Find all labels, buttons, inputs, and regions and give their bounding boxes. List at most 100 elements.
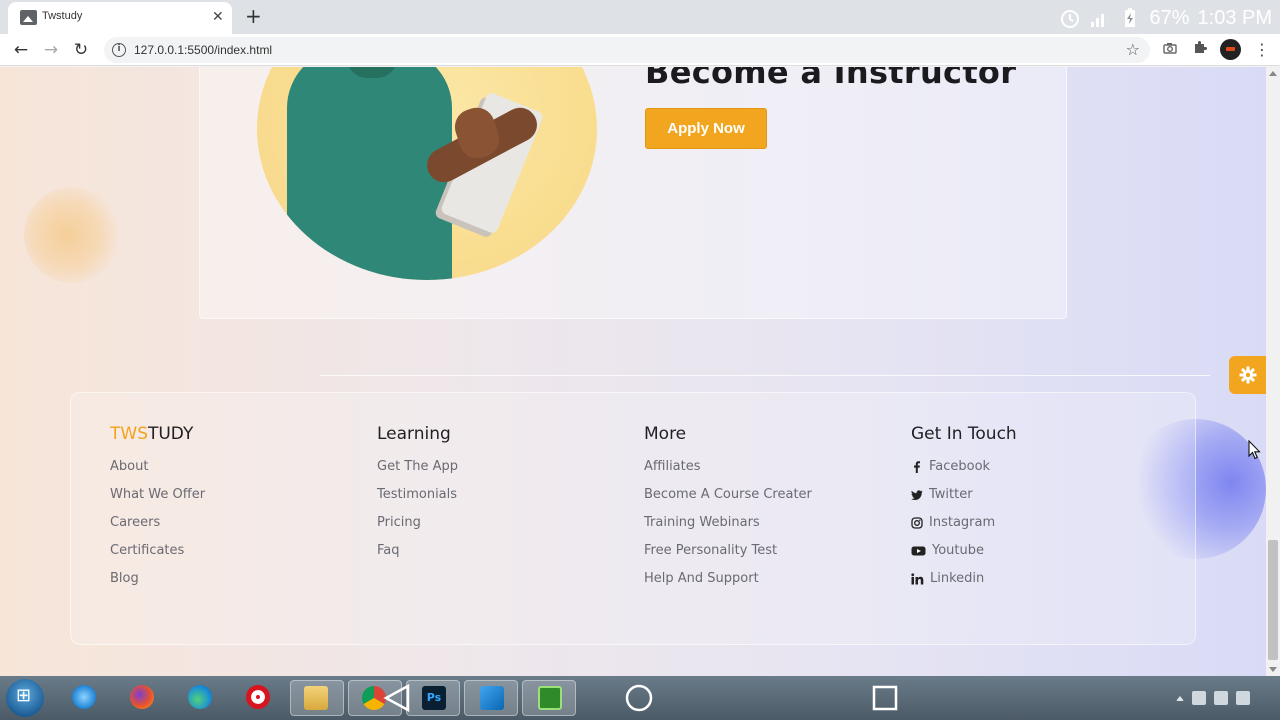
twitter-icon xyxy=(911,490,923,500)
twitter-label: Twitter xyxy=(929,487,973,502)
android-status-bar: 67% 1:03 PM xyxy=(1059,4,1272,32)
taskbar-explorer[interactable] xyxy=(290,680,344,716)
brand-rest-text: TUDY xyxy=(147,424,194,444)
address-bar[interactable]: i 127.0.0.1:5500/index.html ☆ xyxy=(104,37,1150,63)
footer-col-contact: Get In Touch Facebook Twitter Instagram … xyxy=(911,423,1017,587)
extensions-puzzle-icon[interactable] xyxy=(1190,40,1210,60)
footer-link-careers[interactable]: Careers xyxy=(110,515,205,531)
footer-link-pricing[interactable]: Pricing xyxy=(377,515,458,531)
instructor-cta-card: Become a Instructor Apply Now xyxy=(199,67,1067,319)
android-home-icon[interactable] xyxy=(624,683,654,713)
footer-link-linkedin[interactable]: Linkedin xyxy=(911,571,1017,587)
instructor-image xyxy=(257,67,597,280)
footer-link-personality-test[interactable]: Free Personality Test xyxy=(644,543,812,559)
apply-now-button[interactable]: Apply Now xyxy=(645,108,767,149)
footer: TWSTUDY About What We Offer Careers Cert… xyxy=(70,392,1196,645)
settings-toggle-button[interactable] xyxy=(1229,356,1266,394)
back-icon[interactable]: ← xyxy=(10,39,32,61)
start-button[interactable] xyxy=(6,679,44,717)
footer-link-blog[interactable]: Blog xyxy=(110,571,205,587)
page-scrollbar[interactable] xyxy=(1266,67,1280,676)
photoshop-icon: Ps xyxy=(422,686,446,710)
tab-title: Twstudy xyxy=(42,10,83,22)
footer-link-help-support[interactable]: Help And Support xyxy=(644,571,812,587)
camtasia-icon xyxy=(538,686,562,710)
tray-device-icon[interactable] xyxy=(1214,691,1228,705)
edge-icon xyxy=(188,685,212,709)
bookmark-star-icon[interactable]: ☆ xyxy=(1126,40,1140,59)
tray-expand-icon[interactable] xyxy=(1176,695,1184,701)
status-time: 1:03 PM xyxy=(1197,6,1272,29)
signal-icon xyxy=(1091,10,1110,27)
facebook-label: Facebook xyxy=(929,459,991,474)
section-divider xyxy=(320,375,1210,376)
android-recents-icon[interactable] xyxy=(871,684,899,712)
windows-taskbar: Ps xyxy=(0,676,1280,720)
taskbar-vscode[interactable] xyxy=(464,680,518,716)
internet-explorer-icon xyxy=(72,685,96,709)
footer-link-testimonials[interactable]: Testimonials xyxy=(377,487,458,503)
system-tray xyxy=(1176,690,1250,706)
firefox-icon xyxy=(130,685,154,709)
footer-link-faq[interactable]: Faq xyxy=(377,543,458,559)
footer-link-facebook[interactable]: Facebook xyxy=(911,459,1017,475)
url-text: 127.0.0.1:5500/index.html xyxy=(134,43,273,57)
gear-icon xyxy=(1239,366,1257,384)
browser-menu-icon[interactable]: ⋮ xyxy=(1254,39,1270,61)
footer-brand-logo[interactable]: TWSTUDY xyxy=(110,423,205,447)
instagram-icon xyxy=(911,517,923,529)
taskbar-edge[interactable] xyxy=(180,680,220,716)
taskbar-photoshop[interactable]: Ps xyxy=(406,680,460,716)
footer-col-more: More Affiliates Become A Course Creater … xyxy=(644,423,812,587)
site-info-icon[interactable]: i xyxy=(112,43,126,57)
footer-col-title: Get In Touch xyxy=(911,424,1017,444)
opera-icon xyxy=(246,685,270,709)
camera-icon[interactable] xyxy=(1160,40,1180,60)
battery-icon xyxy=(1125,8,1136,27)
browser-tab-strip: Twstudy ✕ + 67% 1:03 PM xyxy=(0,0,1280,34)
battery-percent: 67% xyxy=(1149,6,1190,29)
browser-toolbar: ← → ↻ i 127.0.0.1:5500/index.html ☆ ⋮ xyxy=(0,34,1280,66)
taskbar-opera[interactable] xyxy=(238,680,278,716)
scroll-down-arrow-icon[interactable] xyxy=(1269,667,1277,672)
footer-link-twitter[interactable]: Twitter xyxy=(911,487,1017,503)
tray-volume-icon[interactable] xyxy=(1236,691,1250,705)
linkedin-icon xyxy=(911,573,924,585)
reload-icon[interactable]: ↻ xyxy=(70,39,92,61)
close-tab-icon[interactable]: ✕ xyxy=(212,9,224,25)
footer-link-affiliates[interactable]: Affiliates xyxy=(644,459,812,475)
footer-link-get-the-app[interactable]: Get The App xyxy=(377,459,458,475)
footer-link-become-course-creater[interactable]: Become A Course Creater xyxy=(644,487,812,503)
forward-icon[interactable]: → xyxy=(40,39,62,61)
footer-link-about[interactable]: About xyxy=(110,459,205,475)
youtube-label: Youtube xyxy=(932,543,984,558)
android-back-icon[interactable] xyxy=(383,683,411,713)
vscode-icon xyxy=(480,686,504,710)
tray-network-icon[interactable] xyxy=(1192,691,1206,705)
new-tab-button[interactable]: + xyxy=(245,5,262,27)
taskbar-firefox[interactable] xyxy=(122,680,162,716)
alarm-icon xyxy=(1061,10,1080,28)
footer-link-youtube[interactable]: Youtube xyxy=(911,543,1017,559)
taskbar-ie[interactable] xyxy=(64,680,104,716)
instructor-title: Become a Instructor xyxy=(645,67,1017,91)
image-favicon-icon xyxy=(20,10,37,25)
browser-tab[interactable]: Twstudy ✕ xyxy=(8,2,232,34)
footer-col-title: Learning xyxy=(377,424,451,444)
taskbar-camtasia[interactable] xyxy=(522,680,576,716)
footer-link-instagram[interactable]: Instagram xyxy=(911,515,1017,531)
web-page: Become a Instructor Apply Now TWSTUDY Ab… xyxy=(0,67,1266,676)
facebook-icon xyxy=(914,461,920,473)
footer-col-brand: TWSTUDY About What We Offer Careers Cert… xyxy=(110,423,205,587)
scroll-up-arrow-icon[interactable] xyxy=(1269,71,1277,76)
footer-link-what-we-offer[interactable]: What We Offer xyxy=(110,487,205,503)
linkedin-label: Linkedin xyxy=(930,571,985,586)
footer-col-learning: Learning Get The App Testimonials Pricin… xyxy=(377,423,458,559)
mouse-cursor-icon xyxy=(1248,440,1261,460)
footer-link-training-webinars[interactable]: Training Webinars xyxy=(644,515,812,531)
profile-avatar[interactable] xyxy=(1220,39,1241,60)
footer-link-certificates[interactable]: Certificates xyxy=(110,543,205,559)
instagram-label: Instagram xyxy=(929,515,996,530)
scroll-thumb[interactable] xyxy=(1268,540,1278,660)
brand-accent-text: TWS xyxy=(110,424,148,444)
